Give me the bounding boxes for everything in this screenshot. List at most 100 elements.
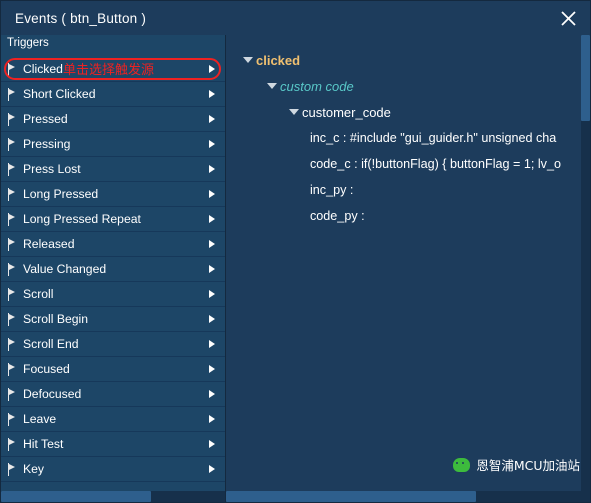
chevron-right-icon[interactable] <box>205 157 219 181</box>
trigger-row[interactable]: Released <box>1 232 225 257</box>
tree-label-custom-code: custom code <box>280 78 354 94</box>
trigger-row[interactable]: Pressing <box>1 132 225 157</box>
chevron-down-icon[interactable] <box>286 104 302 120</box>
trigger-row[interactable]: Press Lost <box>1 157 225 182</box>
left-hscroll-thumb[interactable] <box>1 491 151 502</box>
flag-icon <box>7 412 16 426</box>
trigger-row[interactable]: Leave <box>1 407 225 432</box>
tree-leaf-label: code_py : <box>310 209 365 223</box>
triggers-pane: Triggers Clicked Short Clicked Pressed Pres… <box>1 35 226 502</box>
trigger-label: Long Pressed <box>23 187 99 201</box>
flag-icon <box>7 137 16 151</box>
right-vscroll-thumb[interactable] <box>581 35 590 121</box>
flag-icon <box>7 462 16 476</box>
trigger-label: Focused <box>23 362 70 376</box>
trigger-label: Scroll Begin <box>23 312 89 326</box>
chevron-right-icon[interactable] <box>205 132 219 156</box>
trigger-row[interactable]: Short Clicked <box>1 82 225 107</box>
chevron-right-icon[interactable] <box>205 332 219 356</box>
watermark: 恩智浦MCU加油站 <box>453 455 580 474</box>
flag-icon <box>7 187 16 201</box>
watermark-text: 恩智浦MCU加油站 <box>476 458 580 473</box>
chevron-right-icon[interactable] <box>205 57 219 81</box>
flag-icon <box>7 112 16 126</box>
trigger-label: Long Pressed Repeat <box>23 212 141 226</box>
chevron-right-icon[interactable] <box>205 82 219 106</box>
trigger-list[interactable]: Clicked Short Clicked Pressed Pressing Press… <box>1 57 225 491</box>
trigger-label: Scroll End <box>23 337 79 351</box>
tree-leaf[interactable]: inc_py : <box>226 177 590 203</box>
left-horizontal-scrollbar[interactable] <box>1 491 225 502</box>
tree-label-clicked: clicked <box>256 52 301 68</box>
flag-icon <box>7 237 16 251</box>
title-bar: Events ( btn_Button ) <box>1 1 590 35</box>
triggers-header: Triggers <box>1 35 225 57</box>
tree-leaf-label: code_c : if(!buttonFlag) { buttonFlag = … <box>310 157 561 171</box>
chevron-right-icon[interactable] <box>205 407 219 431</box>
right-hscroll-thumb[interactable] <box>226 491 476 502</box>
trigger-label: Pressed <box>23 112 68 126</box>
chevron-right-icon[interactable] <box>205 307 219 331</box>
trigger-row[interactable]: Long Pressed <box>1 182 225 207</box>
tree-leaf-list: inc_c : #include "gui_guider.h" unsigned… <box>226 125 590 229</box>
event-detail-pane: clicked custom code customer_code inc_c … <box>226 35 590 502</box>
trigger-label: Short Clicked <box>23 87 96 101</box>
trigger-row[interactable]: Scroll Begin <box>1 307 225 332</box>
chevron-down-icon[interactable] <box>240 52 256 68</box>
trigger-row[interactable]: Value Changed <box>1 257 225 282</box>
chevron-right-icon[interactable] <box>205 257 219 281</box>
trigger-row[interactable]: Defocused <box>1 382 225 407</box>
flag-icon <box>7 287 16 301</box>
flag-icon <box>7 212 16 226</box>
tree-node-clicked[interactable]: clicked <box>226 47 590 73</box>
trigger-row[interactable]: Long Pressed Repeat <box>1 207 225 232</box>
chevron-right-icon[interactable] <box>205 282 219 306</box>
tree-leaf[interactable]: inc_c : #include "gui_guider.h" unsigned… <box>226 125 590 151</box>
tree-leaf-label: inc_py : <box>310 183 354 197</box>
flag-icon <box>7 362 16 376</box>
chevron-right-icon[interactable] <box>205 432 219 456</box>
annotation-text: 单击选择触发源 <box>63 63 155 78</box>
tree-node-custom-code[interactable]: custom code <box>226 73 590 99</box>
trigger-row[interactable]: Pressed <box>1 107 225 132</box>
flag-icon <box>7 312 16 326</box>
trigger-label: Defocused <box>23 387 82 401</box>
flag-icon <box>7 262 16 276</box>
right-vertical-scrollbar[interactable] <box>581 35 590 491</box>
flag-icon <box>7 162 16 176</box>
trigger-row[interactable]: Key <box>1 457 225 482</box>
trigger-label: Scroll <box>23 287 54 301</box>
tree-leaf-label: inc_c : #include "gui_guider.h" unsigned… <box>310 131 557 145</box>
trigger-label: Value Changed <box>23 262 107 276</box>
chevron-down-icon[interactable] <box>264 78 280 94</box>
chevron-right-icon[interactable] <box>205 232 219 256</box>
trigger-label: Released <box>23 237 75 251</box>
dialog-body: Triggers Clicked Short Clicked Pressed Pres… <box>1 35 590 502</box>
right-horizontal-scrollbar[interactable] <box>226 491 590 502</box>
flag-icon <box>7 337 16 351</box>
tree-leaf[interactable]: code_c : if(!buttonFlag) { buttonFlag = … <box>226 151 590 177</box>
chevron-right-icon[interactable] <box>205 107 219 131</box>
trigger-label: Press Lost <box>23 162 81 176</box>
chevron-right-icon[interactable] <box>205 457 219 481</box>
trigger-label: Hit Test <box>23 437 64 451</box>
chevron-right-icon[interactable] <box>205 382 219 406</box>
chevron-right-icon[interactable] <box>205 182 219 206</box>
trigger-label: Key <box>23 462 45 476</box>
trigger-label: Pressing <box>23 137 71 151</box>
close-icon[interactable] <box>556 6 580 30</box>
trigger-row[interactable]: Scroll <box>1 282 225 307</box>
trigger-row[interactable]: Scroll End <box>1 332 225 357</box>
chevron-right-icon[interactable] <box>205 357 219 381</box>
flag-icon <box>7 437 16 451</box>
chevron-right-icon[interactable] <box>205 207 219 231</box>
trigger-label: Leave <box>23 412 57 426</box>
flag-icon <box>7 387 16 401</box>
tree-node-customer-code[interactable]: customer_code <box>226 99 590 125</box>
tree-label-customer-code: customer_code <box>302 104 391 120</box>
tree-leaf[interactable]: code_py : <box>226 203 590 229</box>
trigger-row[interactable]: Hit Test <box>1 432 225 457</box>
flag-icon <box>7 62 16 76</box>
trigger-row[interactable]: Focused <box>1 357 225 382</box>
event-tree: clicked custom code customer_code inc_c … <box>226 35 590 491</box>
